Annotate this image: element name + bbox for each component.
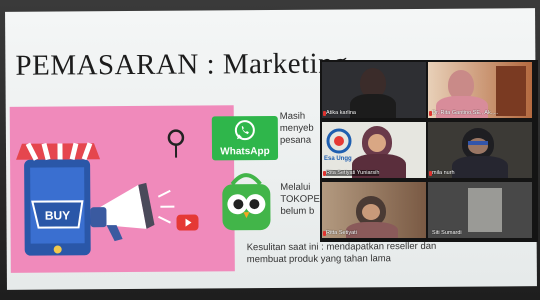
location-pin-icon xyxy=(167,129,185,158)
whatsapp-label: WhatsApp xyxy=(220,146,270,158)
participant-name: mila nurh xyxy=(432,170,455,176)
buy-label: BUY xyxy=(45,208,70,222)
participant-tile[interactable]: Esa Ungg Rita Setiyati Yuniarsih xyxy=(322,122,426,178)
text-block-1: Masih menyeb pesana xyxy=(279,110,314,146)
photo-of-screen: PEMASARAN : Marketing BUY WhatsApp Masih… xyxy=(0,0,540,300)
text-block-2: Melalui TOKOPE belum b xyxy=(280,181,320,217)
participant-name: Ritta Setiyati xyxy=(326,230,357,236)
megaphone-icon xyxy=(90,182,175,242)
university-logo-icon xyxy=(326,128,352,154)
slide-title: PEMASARAN : Marketing xyxy=(15,47,349,82)
participant-name: Rita Setiyati Yuniarsih xyxy=(326,170,380,176)
whatsapp-icon xyxy=(234,120,255,141)
participant-tile[interactable]: Ritta Setiyati xyxy=(322,182,426,238)
video-play-icon xyxy=(176,214,199,231)
participant-tile[interactable]: mila nurh xyxy=(428,122,532,178)
participant-tile[interactable]: Siti Sumardi xyxy=(428,182,532,238)
logo-text: Esa Ungg xyxy=(324,156,352,162)
text-block-3: Kesulitan saat ini : mendapatkan reselle… xyxy=(246,240,437,266)
participant-tile[interactable]: Atika karlina xyxy=(322,62,426,118)
participant-name: Siti Sumardi xyxy=(432,230,462,236)
participant-name: Dr. Rita Gantino,SE., Ak.,... xyxy=(432,110,499,116)
video-call-gallery: Atika karlina Dr. Rita Gantino,SE., Ak.,… xyxy=(320,60,538,242)
whatsapp-logo: WhatsApp xyxy=(211,115,279,161)
participant-tile[interactable]: Dr. Rita Gantino,SE., Ak.,... xyxy=(428,62,532,118)
tokopedia-owl-icon xyxy=(222,173,271,231)
participant-name: Atika karlina xyxy=(326,110,356,116)
